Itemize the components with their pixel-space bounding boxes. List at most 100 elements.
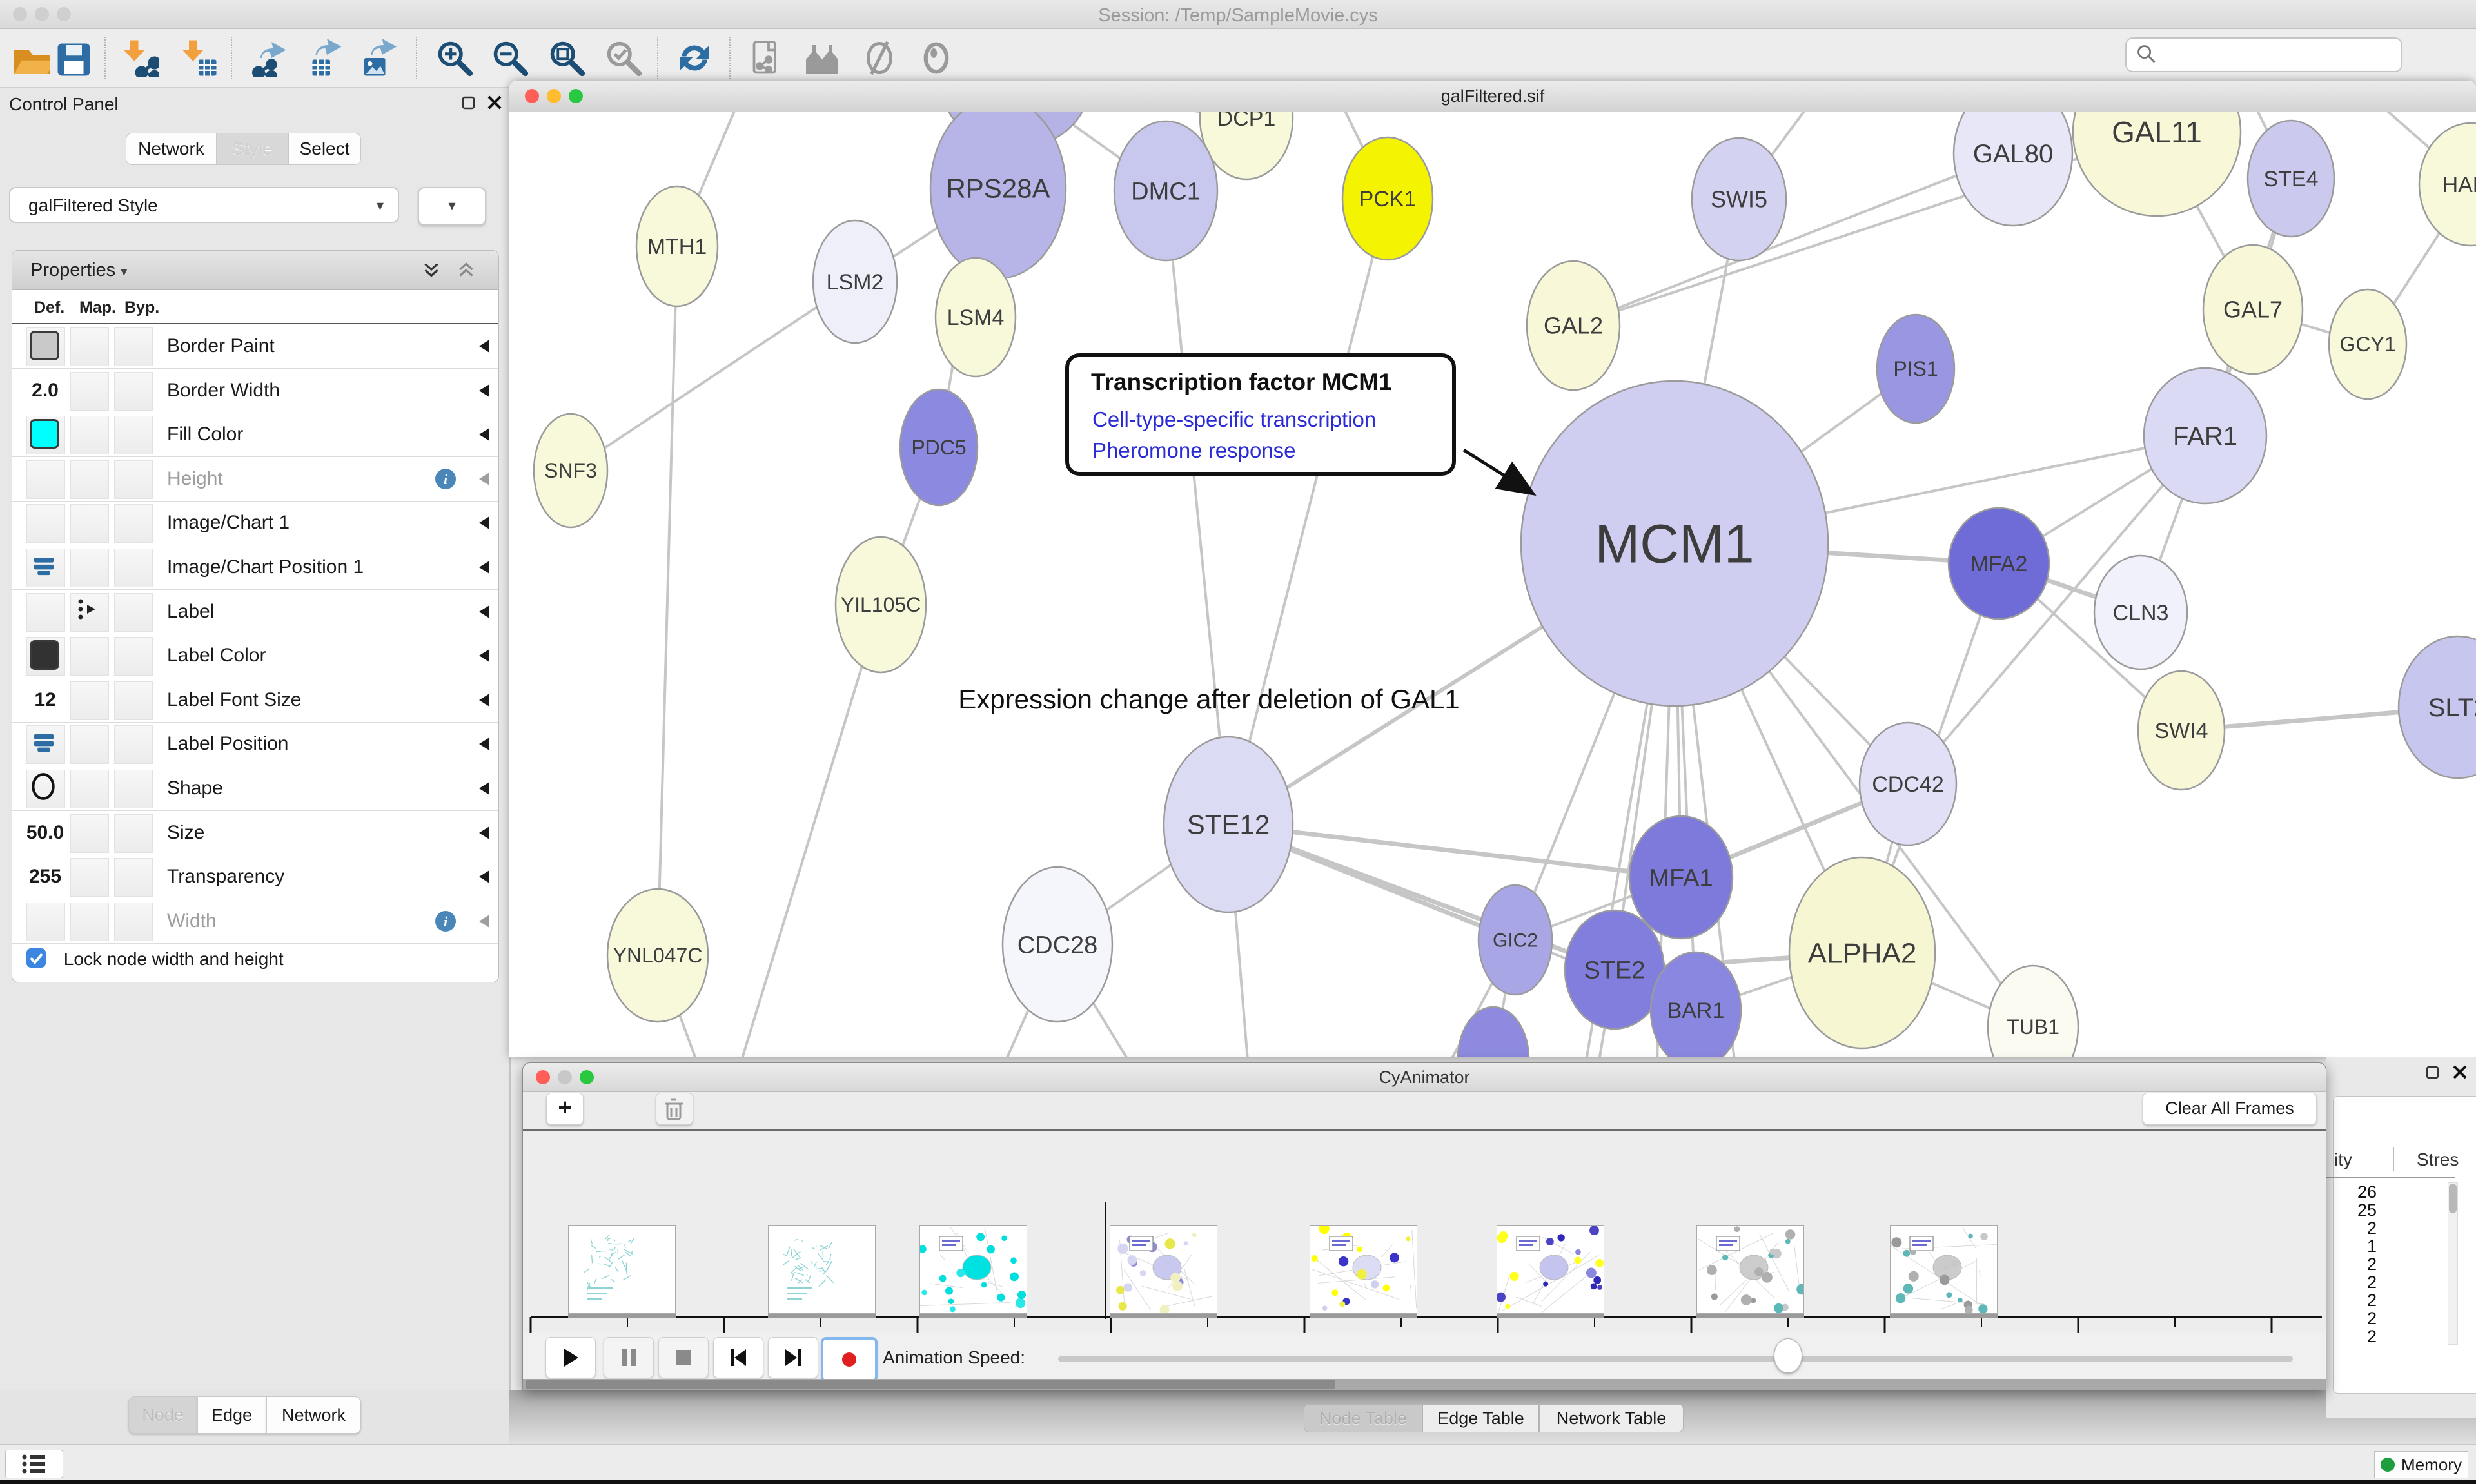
collapse-all-icon[interactable] (456, 260, 477, 284)
checkbox-checked-icon[interactable] (25, 953, 47, 973)
property-row-transparency[interactable]: 255Transparency (12, 855, 498, 899)
node-TUB1[interactable]: TUB1 (1988, 966, 2078, 1057)
table-tab-edge-table[interactable]: Edge Table (1422, 1404, 1539, 1432)
node-RPS28A[interactable]: RPS28A (930, 112, 1066, 278)
annotation-link-1[interactable]: Cell-type-specific transcription (1092, 407, 1376, 432)
expand-left-icon[interactable] (477, 560, 491, 575)
property-cell[interactable] (114, 858, 153, 897)
property-row-width[interactable]: Widthi (12, 899, 498, 944)
default-value[interactable]: 255 (26, 858, 64, 895)
frame-thumbnail-6[interactable] (1696, 1225, 1804, 1314)
node-STE4[interactable]: STE4 (2248, 121, 2334, 237)
node-PIS1[interactable]: PIS1 (1877, 315, 1954, 423)
horizontal-scrollbar[interactable] (523, 1379, 2326, 1390)
property-cell[interactable] (114, 327, 153, 366)
property-cell[interactable] (114, 725, 153, 764)
property-row-border-paint[interactable]: Border Paint (12, 324, 498, 369)
network-canvas[interactable]: DCP1RPS28ADMC1PCK1MTH1LSM2LSM4SNF3PDC5YI… (509, 112, 2476, 1057)
property-row-image-chart-position-1[interactable]: Image/Chart Position 1 (12, 545, 498, 590)
property-cell[interactable] (26, 416, 65, 454)
stop-button[interactable] (658, 1337, 709, 1378)
property-cell[interactable] (26, 770, 65, 808)
node-MFA2[interactable]: MFA2 (1949, 508, 2049, 619)
node-SNF3[interactable]: SNF3 (534, 414, 607, 527)
property-row-height[interactable]: Heighti (12, 457, 498, 502)
property-cell[interactable] (70, 549, 109, 587)
tab-style[interactable]: Style (217, 133, 288, 165)
zoom-selected-icon[interactable] (604, 39, 643, 77)
frame-thumbnail-4[interactable] (1310, 1225, 1417, 1314)
property-cell[interactable] (114, 372, 153, 411)
tab-select[interactable]: Select (288, 133, 361, 165)
edge[interactable] (742, 605, 881, 1057)
save-session-icon[interactable] (53, 39, 92, 77)
property-cell[interactable] (114, 770, 153, 808)
expand-left-icon[interactable] (477, 825, 491, 841)
node-FAR1[interactable]: FAR1 (2144, 368, 2266, 503)
node-BAR1[interactable]: BAR1 (1651, 952, 1741, 1057)
property-row-shape[interactable]: Shape (12, 766, 498, 811)
property-cell[interactable] (114, 549, 153, 587)
zoom-out-icon[interactable] (491, 39, 529, 77)
property-cell[interactable] (114, 903, 153, 941)
tab-network[interactable]: Network (126, 133, 217, 165)
expand-left-icon[interactable] (477, 427, 491, 442)
node-MFA1[interactable]: MFA1 (1629, 816, 1733, 939)
property-cell[interactable] (70, 903, 109, 941)
expand-left-icon[interactable] (477, 604, 491, 620)
property-row-label-font-size[interactable]: 12Label Font Size (12, 678, 498, 723)
search-input[interactable] (2125, 37, 2402, 72)
property-cell[interactable] (70, 372, 109, 411)
expand-left-icon[interactable] (477, 692, 491, 708)
timeline-playhead[interactable] (1105, 1202, 1106, 1319)
node-CDC28[interactable]: CDC28 (1003, 867, 1112, 1022)
open-session-icon[interactable] (11, 39, 50, 77)
export-network-icon[interactable] (249, 39, 288, 77)
node-GAL2[interactable]: GAL2 (1527, 261, 1620, 390)
property-cell[interactable] (70, 460, 109, 499)
export-document-icon[interactable] (746, 39, 785, 77)
property-row-size[interactable]: 50.0Size (12, 811, 498, 855)
info-icon[interactable]: i (434, 910, 457, 933)
property-cell[interactable] (26, 504, 65, 543)
node-GAL11[interactable]: GAL11 (2073, 112, 2241, 216)
node-LSM2[interactable]: LSM2 (813, 220, 897, 343)
property-cell[interactable] (114, 593, 153, 632)
table-tab-network-table[interactable]: Network Table (1539, 1404, 1684, 1432)
expand-left-icon[interactable] (477, 648, 491, 663)
expand-left-icon[interactable] (477, 736, 491, 752)
edge[interactable] (1228, 199, 1388, 825)
zoom-in-icon[interactable] (435, 39, 474, 77)
canvas-caption[interactable]: Expression change after deletion of GAL1 (958, 684, 1460, 715)
default-value[interactable]: 2.0 (26, 372, 64, 409)
property-row-image-chart-1[interactable]: Image/Chart 1 (12, 501, 498, 545)
expand-left-icon[interactable] (477, 471, 491, 487)
style-dropdown[interactable]: galFiltered Style ▾ (9, 187, 399, 223)
expand-left-icon[interactable] (477, 383, 491, 398)
property-cell[interactable] (114, 504, 153, 543)
node-ALPHA2[interactable]: ALPHA2 (1789, 857, 1935, 1048)
property-cell[interactable] (26, 549, 65, 587)
zoom-fit-icon[interactable] (547, 39, 586, 77)
node-STE2[interactable]: STE2 (1565, 910, 1664, 1029)
scrollbar-thumb[interactable] (526, 1380, 1335, 1389)
node-SWI5[interactable]: SWI5 (1692, 138, 1786, 260)
edge[interactable] (1166, 191, 1228, 825)
expand-left-icon[interactable] (477, 338, 491, 354)
property-cell[interactable] (70, 593, 109, 632)
node-YNL047C[interactable]: YNL047C (607, 889, 708, 1022)
property-cell[interactable] (26, 593, 65, 632)
import-network-icon[interactable] (121, 39, 159, 77)
expand-left-icon[interactable] (477, 869, 491, 884)
record-button[interactable] (821, 1337, 878, 1382)
property-row-fill-color[interactable]: Fill Color (12, 413, 498, 457)
property-cell[interactable] (26, 460, 65, 499)
show-details-icon[interactable] (917, 39, 956, 77)
expand-left-icon[interactable] (477, 913, 491, 929)
property-cell[interactable] (114, 460, 153, 499)
node-STE12[interactable]: STE12 (1164, 737, 1293, 912)
export-table-icon[interactable] (304, 39, 343, 77)
node-DMC1[interactable]: DMC1 (1114, 121, 1217, 260)
expand-all-icon[interactable] (421, 260, 442, 284)
frame-thumbnail-1[interactable] (768, 1225, 876, 1314)
